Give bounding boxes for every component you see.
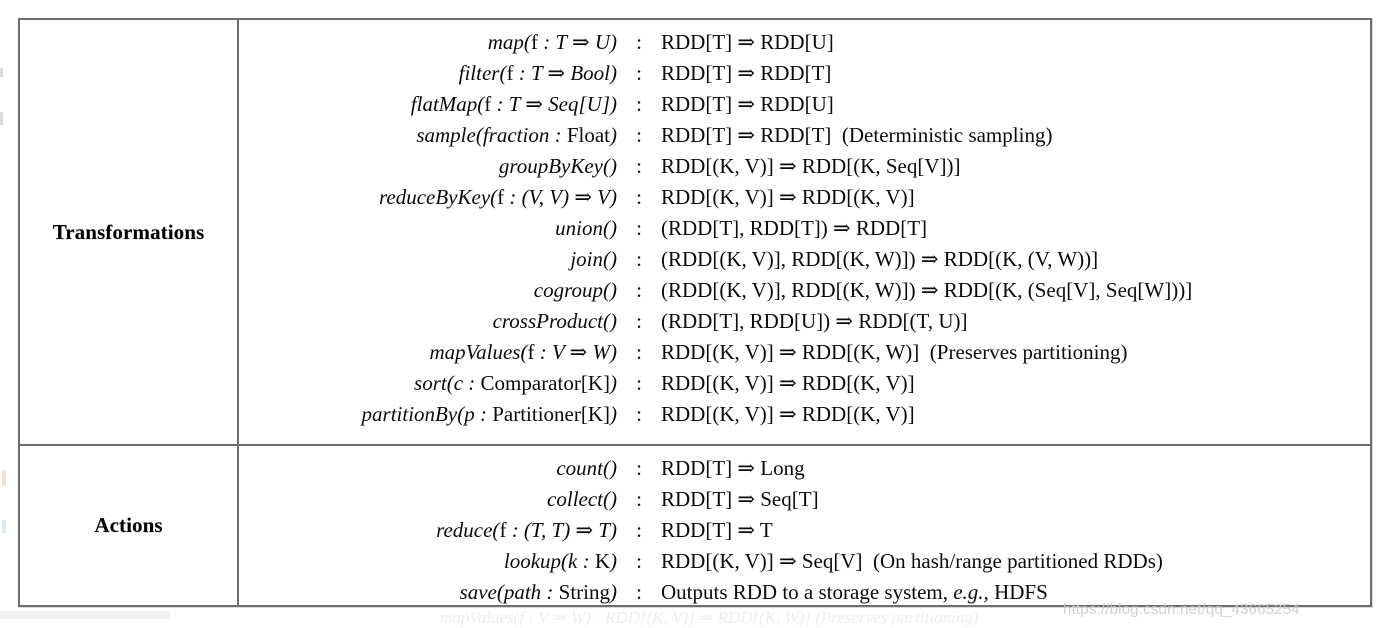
actions-row-list: count(): RDD[T] ⇒ Long collect(): RDD[T] ⇒ … [239,446,1370,605]
api-row: reduceByKey(f : (V, V) ⇒ V): RDD[(K, V)] … [239,182,1370,213]
spark-api-table: Transformations map(f : T ⇒ U): RDD[T] ⇒ … [18,18,1372,607]
api-type-signature: RDD[(K, V)] ⇒ RDD[(K, V)] [661,402,915,426]
api-colon-separator: : [636,340,642,364]
api-row: lookup(k : K): RDD[(K, V)] ⇒ Seq[V] (On h… [239,546,1370,577]
api-signature: reduceByKey(f : (V, V) ⇒ V) [378,185,617,209]
api-signature: crossProduct() [492,309,617,333]
api-signature: lookup(k : K) [503,549,617,573]
scan-artifact-speck [0,112,3,125]
api-signature: filter(f : T ⇒ Bool) [458,61,617,85]
api-type-signature: RDD[T] ⇒ RDD[U] [661,92,834,116]
api-signature: collect() [547,487,617,511]
api-row: map(f : T ⇒ U): RDD[T] ⇒ RDD[U] [239,27,1370,58]
api-signature: cogroup() [533,278,617,302]
api-type-signature: (RDD[T], RDD[T]) ⇒ RDD[T] [661,216,928,240]
api-colon-separator: : [636,30,642,54]
api-type-signature: RDD[T] ⇒ RDD[U] [661,30,834,54]
api-row: cogroup(): (RDD[(K, V)], RDD[(K, W)]) ⇒ R… [239,275,1370,306]
api-type-signature: (RDD[(K, V)], RDD[(K, W)]) ⇒ RDD[(K, (Se… [661,278,1193,302]
api-signature: groupByKey() [498,154,617,178]
api-signature: join() [570,247,617,271]
api-signature: mapValues(f : V ⇒ W) [429,340,617,364]
api-colon-separator: : [636,580,642,604]
api-colon-separator: : [636,154,642,178]
section-transformations: Transformations map(f : T ⇒ U): RDD[T] ⇒ … [20,20,1370,446]
api-signature: map(f : T ⇒ U) [487,30,617,54]
api-colon-separator: : [636,61,642,85]
api-colon-separator: : [636,549,642,573]
api-row: union(): (RDD[T], RDD[T]) ⇒ RDD[T] [239,213,1370,244]
api-colon-separator: : [636,402,642,426]
api-row: mapValues(f : V ⇒ W): RDD[(K, V)] ⇒ RDD[(… [239,337,1370,368]
api-signature: sample(fraction : Float) [416,123,617,147]
api-signature: count() [556,456,617,480]
api-signature: flatMap(f : T ⇒ Seq[U]) [410,92,617,116]
api-signature: partitionBy(p : Partitioner[K]) [361,402,617,426]
api-row: count(): RDD[T] ⇒ Long [239,453,1370,484]
section-label-transformations: Transformations [52,219,205,244]
csdn-watermark: https://blog.csdn.net/qq_43665254 [1063,601,1300,618]
api-row: flatMap(f : T ⇒ Seq[U]): RDD[T] ⇒ RDD[U] [239,89,1370,120]
section-label-actions: Actions [94,513,163,537]
api-type-signature: RDD[T] ⇒ T [661,518,773,542]
api-colon-separator: : [636,92,642,116]
section-label-cell-transformations: Transformations [20,20,239,444]
transformations-row-list: map(f : T ⇒ U): RDD[T] ⇒ RDD[U] filter(f :… [239,20,1370,444]
api-type-signature: RDD[T] ⇒ Seq[T] [661,487,819,511]
api-colon-separator: : [636,123,642,147]
api-colon-separator: : [636,456,642,480]
api-type-signature: RDD[(K, V)] ⇒ Seq[V] (On hash/range part… [661,549,1163,573]
api-row: collect(): RDD[T] ⇒ Seq[T] [239,484,1370,515]
api-row: reduce(f : (T, T) ⇒ T): RDD[T] ⇒ T [239,515,1370,546]
scan-artifact-speck [2,470,6,486]
api-type-signature: RDD[T] ⇒ RDD[T] [661,61,832,85]
api-signature: reduce(f : (T, T) ⇒ T) [436,518,617,542]
api-row: crossProduct(): (RDD[T], RDD[U]) ⇒ RDD[(T… [239,306,1370,337]
api-row: sample(fraction : Float): RDD[T] ⇒ RDD[T]… [239,120,1370,151]
api-type-signature: RDD[(K, V)] ⇒ RDD[(K, Seq[V])] [661,154,961,178]
api-type-signature: (RDD[(K, V)], RDD[(K, W)]) ⇒ RDD[(K, (V,… [661,247,1099,271]
api-colon-separator: : [636,278,642,302]
scan-artifact-speck [0,611,170,619]
api-colon-separator: : [636,185,642,209]
scan-artifact-speck [2,520,6,533]
api-signature: save(path : String) [459,580,617,604]
api-type-signature: RDD[(K, V)] ⇒ RDD[(K, V)] [661,185,915,209]
api-signature: sort(c : Comparator[K]) [414,371,617,395]
api-row: groupByKey(): RDD[(K, V)] ⇒ RDD[(K, Seq[V… [239,151,1370,182]
api-colon-separator: : [636,518,642,542]
api-signature: union() [555,216,617,240]
compression-ghost-text: mapValues(f : V ⇒ W) : RDD[(K, V)] ⇒ RDD… [440,608,979,627]
scan-artifact-speck [0,68,3,77]
api-type-signature: RDD[T] ⇒ Long [661,456,805,480]
api-type-signature: RDD[(K, V)] ⇒ RDD[(K, W)] (Preserves par… [661,340,1128,364]
section-actions: Actions count(): RDD[T] ⇒ Long collect(): R… [20,446,1370,605]
api-row: partitionBy(p : Partitioner[K]): RDD[(K, … [239,399,1370,430]
api-colon-separator: : [636,487,642,511]
api-colon-separator: : [636,247,642,271]
api-colon-separator: : [636,216,642,240]
api-type-signature: (RDD[T], RDD[U]) ⇒ RDD[(T, U)] [661,309,968,333]
api-row: filter(f : T ⇒ Bool): RDD[T] ⇒ RDD[T] [239,58,1370,89]
api-type-signature: RDD[T] ⇒ RDD[T] (Deterministic sampling) [661,123,1053,147]
api-row: sort(c : Comparator[K]): RDD[(K, V)] ⇒ RD… [239,368,1370,399]
api-type-signature: RDD[(K, V)] ⇒ RDD[(K, V)] [661,371,915,395]
api-colon-separator: : [636,309,642,333]
api-row: join(): (RDD[(K, V)], RDD[(K, W)]) ⇒ RDD[… [239,244,1370,275]
section-label-cell-actions: Actions [20,446,239,605]
api-colon-separator: : [636,371,642,395]
